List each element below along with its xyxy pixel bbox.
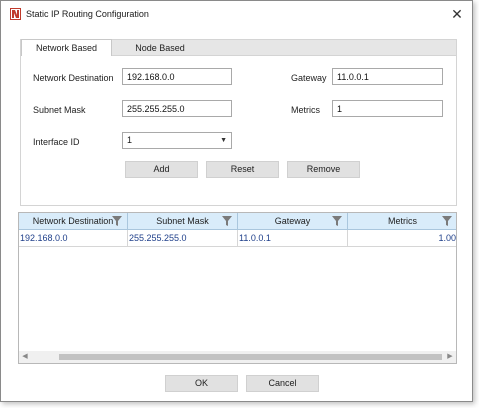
interface-id-select[interactable]: 1 ▼ <box>122 132 232 149</box>
app-logo-icon <box>10 8 21 20</box>
title-bar: Static IP Routing Configuration ✕ <box>1 1 472 27</box>
window-title: Static IP Routing Configuration <box>26 9 149 19</box>
column-header-label: Metrics <box>388 216 417 226</box>
column-header-gateway[interactable]: Gateway <box>238 213 348 230</box>
close-icon[interactable]: ✕ <box>449 6 465 22</box>
cell-metrics: 1.00 <box>348 230 456 247</box>
column-header-label: Subnet Mask <box>156 216 209 226</box>
ok-button[interactable]: OK <box>165 375 238 392</box>
table-header: Network Destination Subnet Mask Gateway … <box>19 213 456 230</box>
column-header-network-destination[interactable]: Network Destination <box>19 213 128 230</box>
metrics-label: Metrics <box>291 105 320 115</box>
gateway-input[interactable] <box>332 68 443 85</box>
column-header-label: Gateway <box>274 216 311 226</box>
network-based-panel: Network Destination Subnet Mask Interfac… <box>20 56 457 206</box>
tab-strip: Network Based Node Based <box>20 39 457 57</box>
network-destination-label: Network Destination <box>33 73 114 83</box>
column-header-subnet-mask[interactable]: Subnet Mask <box>128 213 238 230</box>
chevron-down-icon: ▼ <box>220 137 227 144</box>
horizontal-scrollbar[interactable]: ◀ ▶ <box>19 351 456 363</box>
cell-network-destination: 192.168.0.0 <box>19 230 128 247</box>
routes-table: Network Destination Subnet Mask Gateway … <box>18 212 457 364</box>
add-button[interactable]: Add <box>125 161 198 178</box>
tab-node-based[interactable]: Node Based <box>112 40 208 57</box>
filter-icon[interactable] <box>222 216 232 226</box>
tab-network-based[interactable]: Network Based <box>21 39 112 57</box>
filter-icon[interactable] <box>112 216 122 226</box>
reset-button[interactable]: Reset <box>206 161 279 178</box>
scroll-left-icon[interactable]: ◀ <box>19 351 31 363</box>
metrics-input[interactable] <box>332 100 443 117</box>
cell-subnet-mask: 255.255.255.0 <box>128 230 238 247</box>
dialog-window: Static IP Routing Configuration ✕ Networ… <box>0 0 473 402</box>
gateway-label: Gateway <box>291 73 327 83</box>
scroll-right-icon[interactable]: ▶ <box>444 351 456 363</box>
table-row[interactable]: 192.168.0.0 255.255.255.0 11.0.0.1 1.00 <box>19 230 456 247</box>
network-destination-input[interactable] <box>122 68 232 85</box>
column-header-metrics[interactable]: Metrics <box>348 213 456 230</box>
cancel-button[interactable]: Cancel <box>246 375 319 392</box>
interface-id-label: Interface ID <box>33 137 80 147</box>
filter-icon[interactable] <box>332 216 342 226</box>
cell-gateway: 11.0.0.1 <box>238 230 348 247</box>
scrollbar-thumb[interactable] <box>59 354 442 360</box>
remove-button[interactable]: Remove <box>287 161 360 178</box>
tab-container: Network Based Node Based Network Destina… <box>20 39 457 206</box>
subnet-mask-input[interactable] <box>122 100 232 117</box>
column-header-label: Network Destination <box>32 216 114 226</box>
interface-id-value: 1 <box>127 135 133 145</box>
filter-icon[interactable] <box>442 216 452 226</box>
subnet-mask-label: Subnet Mask <box>33 105 86 115</box>
